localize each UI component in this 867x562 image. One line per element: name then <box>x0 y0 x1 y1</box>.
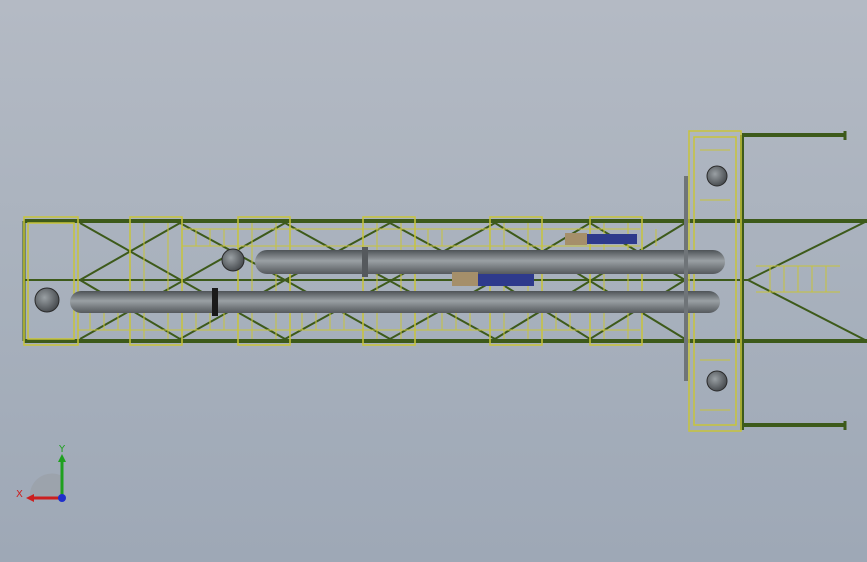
middle-pump-motor <box>452 272 478 286</box>
left-tank <box>34 287 60 313</box>
skid-model-top-view[interactable] <box>0 0 867 562</box>
upper-vessel <box>255 250 725 274</box>
y-axis-label: Y <box>58 444 66 455</box>
bottom-right-tank <box>706 370 728 392</box>
upper-vessel-flange <box>362 247 368 277</box>
x-axis-label: X <box>16 489 23 500</box>
z-axis-dot <box>58 494 66 502</box>
upper-pump-motor <box>565 233 587 245</box>
upper-pump <box>587 234 637 244</box>
lower-vessel-flange <box>212 288 218 316</box>
triad-base <box>29 473 62 498</box>
middle-pump <box>478 274 534 286</box>
cad-viewport[interactable]: Y X <box>0 0 867 562</box>
top-right-tank <box>706 165 728 187</box>
lower-vessel <box>70 291 720 313</box>
vessels <box>34 165 728 392</box>
upper-tank <box>221 248 245 272</box>
coordinate-triad: Y X <box>16 444 66 502</box>
